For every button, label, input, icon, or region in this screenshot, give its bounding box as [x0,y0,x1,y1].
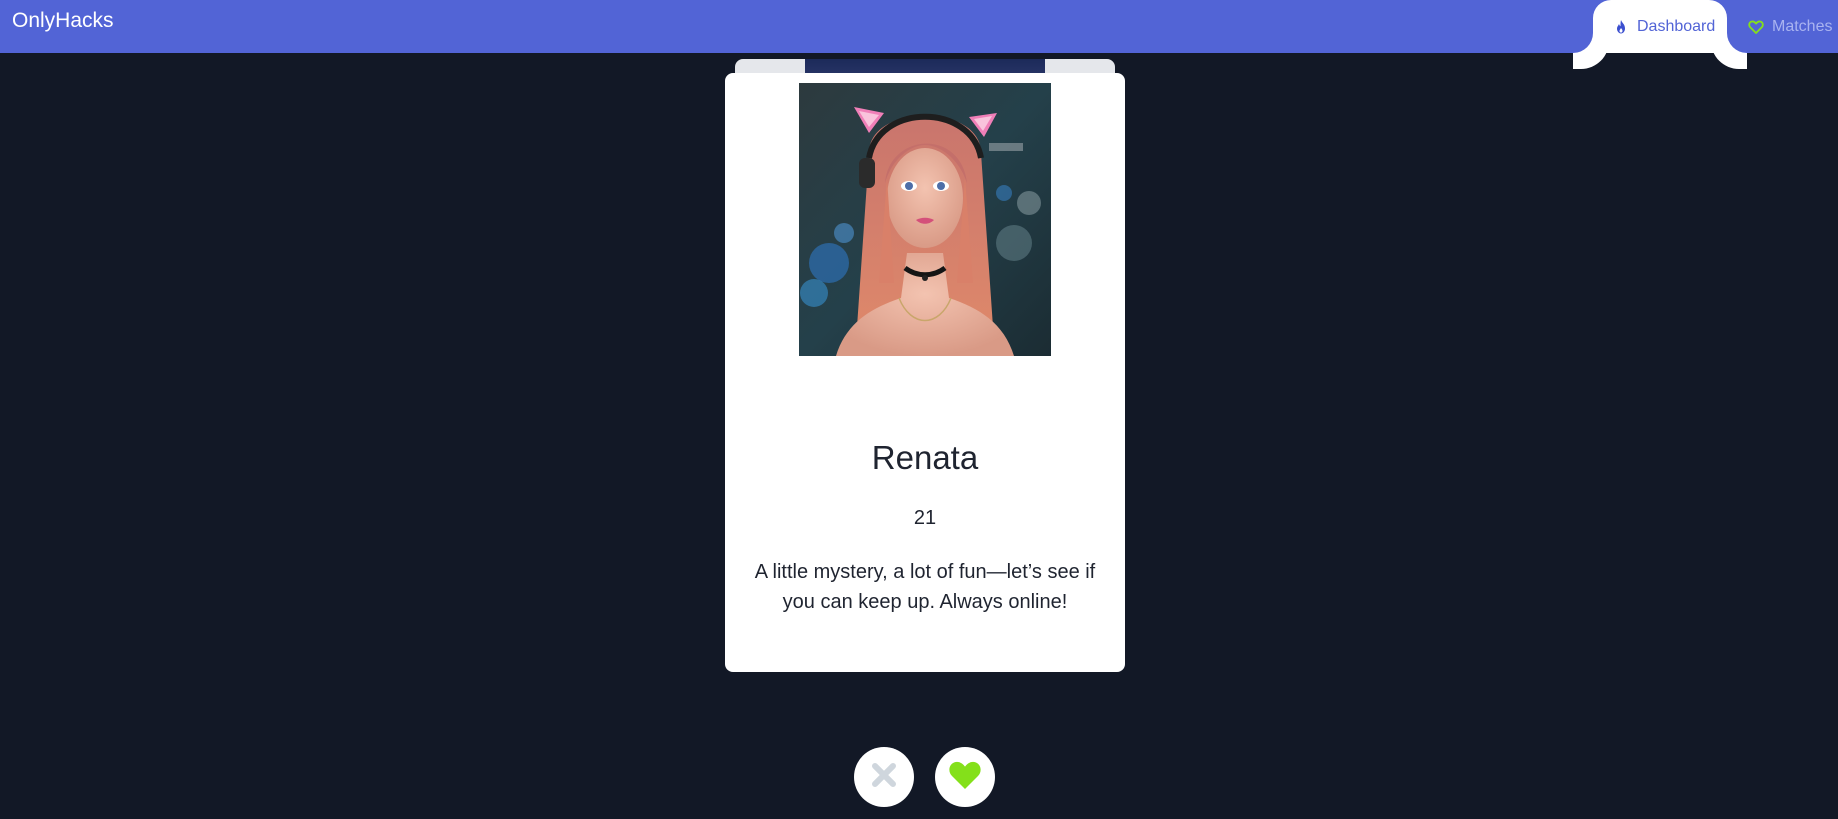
tab-matches[interactable]: Matches [1728,0,1838,53]
brand-logo-text[interactable]: OnlyHacks [12,10,114,32]
heart-outline-icon [1748,19,1764,35]
profile-age: 21 [913,507,937,529]
heart-icon [948,760,982,795]
x-icon [871,762,897,793]
flame-icon [1613,19,1629,35]
nope-button[interactable] [854,747,914,807]
profile-photo [799,83,1051,356]
top-navigation-bar: OnlyHacks Dashboard Matches [0,0,1838,53]
tab-dashboard[interactable]: Dashboard [1593,0,1727,53]
profile-card[interactable]: Renata 21 A little mystery, a lot of fun… [725,73,1125,672]
like-button[interactable] [935,747,995,807]
profile-bio: A little mystery, a lot of fun—let’s see… [754,561,1096,613]
profile-name: Renata [871,439,979,476]
tab-matches-label: Matches [1772,17,1833,35]
tab-dashboard-label: Dashboard [1637,17,1716,35]
